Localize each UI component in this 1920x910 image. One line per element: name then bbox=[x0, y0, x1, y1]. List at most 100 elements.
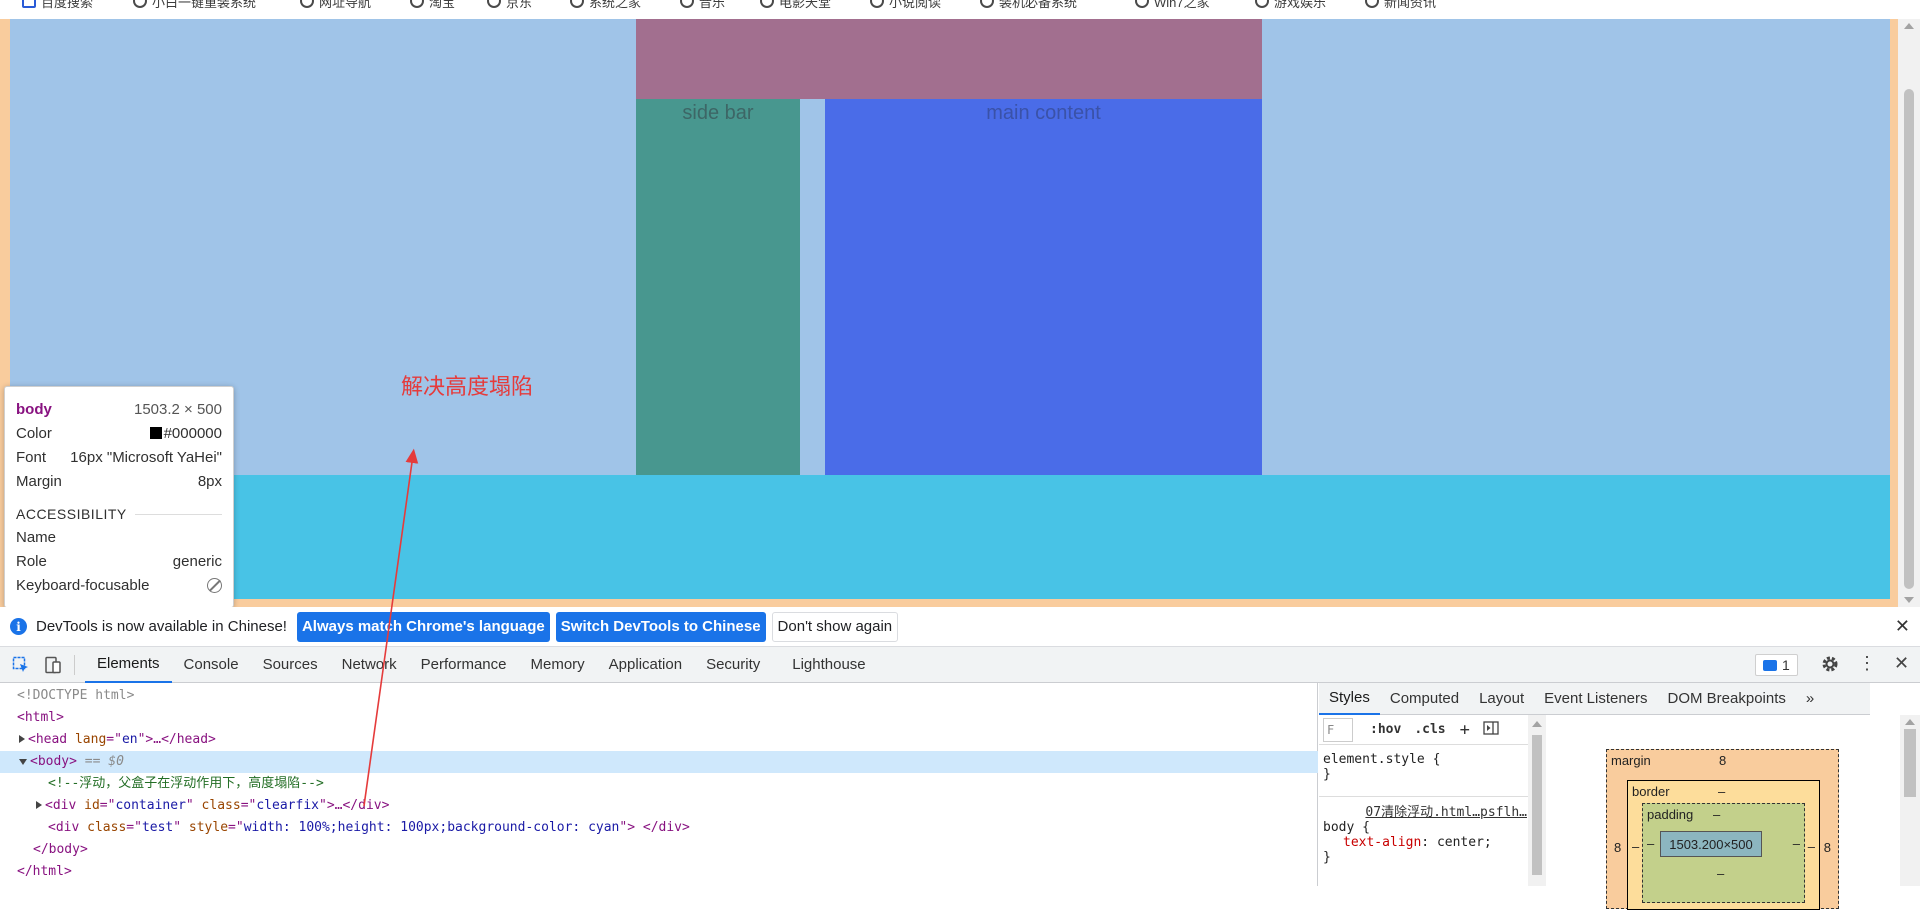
body-selector: body { bbox=[1323, 820, 1370, 835]
tab-console[interactable]: Console bbox=[172, 647, 251, 683]
padding-bottom-value[interactable]: – bbox=[1717, 866, 1724, 881]
bookmark-item[interactable]: 系统之家 bbox=[570, 0, 641, 11]
bookmark-item[interactable]: Win7之家 bbox=[1135, 0, 1210, 11]
tab-network[interactable]: Network bbox=[330, 647, 409, 683]
test-box bbox=[10, 475, 1890, 599]
close-devtools-icon[interactable]: ✕ bbox=[1894, 653, 1909, 674]
bookmark-item[interactable]: 百度搜索 bbox=[22, 0, 93, 11]
body-close-tag: </body> bbox=[33, 842, 88, 857]
margin-top-value[interactable]: 8 bbox=[1719, 753, 1726, 768]
tab-elements[interactable]: Elements bbox=[85, 647, 172, 683]
tab-performance[interactable]: Performance bbox=[409, 647, 519, 683]
dom-line-html-close[interactable]: </html> bbox=[0, 861, 1318, 883]
tab-computed[interactable]: Computed bbox=[1380, 683, 1469, 715]
scrollbar-thumb[interactable] bbox=[1904, 89, 1914, 589]
bookmark-item[interactable]: 小白一键重装系统 bbox=[133, 0, 256, 11]
bookmark-item[interactable]: 网址导航 bbox=[300, 0, 371, 11]
tooltip-role-label: Role bbox=[16, 552, 47, 570]
dom-line-body-close[interactable]: </body> bbox=[0, 839, 1318, 861]
bookmark-item[interactable]: 京东 bbox=[487, 0, 532, 11]
padding-left-value[interactable]: – bbox=[1647, 836, 1654, 851]
box-model-scrollbar[interactable] bbox=[1900, 715, 1920, 886]
styles-filter-row: F :hov .cls + bbox=[1319, 715, 1529, 745]
bookmark-item[interactable]: 淘宝 bbox=[410, 0, 455, 11]
page-viewport: side bar main content bbox=[0, 19, 1898, 607]
dom-line-container[interactable]: <div id="container" class="clearfix">…</… bbox=[0, 795, 1318, 817]
collapse-arrow-icon[interactable] bbox=[19, 759, 27, 765]
property-name[interactable]: text-align bbox=[1343, 835, 1421, 850]
tab-layout[interactable]: Layout bbox=[1469, 683, 1534, 715]
dom-line-html[interactable]: <html> bbox=[0, 707, 1318, 729]
always-match-language-button[interactable]: Always match Chrome's language bbox=[296, 611, 550, 642]
bookmark-item[interactable]: 装机必备系统 bbox=[980, 0, 1077, 11]
issues-counter-button[interactable]: 1 bbox=[1755, 654, 1798, 676]
padding-right-value[interactable]: – bbox=[1793, 836, 1800, 851]
rule-source-link[interactable]: 07清除浮动.html…psflh… bbox=[1323, 801, 1527, 820]
toggle-sidebar-icon[interactable] bbox=[1483, 720, 1499, 739]
bookmark-item[interactable]: 新闻资讯 bbox=[1365, 0, 1436, 11]
bookmark-item[interactable]: 游戏娱乐 bbox=[1255, 0, 1326, 11]
dom-line-head[interactable]: <head lang="en">…</head> bbox=[0, 729, 1318, 751]
add-rule-icon[interactable]: + bbox=[1460, 720, 1470, 740]
margin-left-value[interactable]: 8 bbox=[1614, 840, 1621, 855]
box-model-content[interactable]: 1503.200×500 bbox=[1660, 831, 1762, 857]
box-model-area: margin 8 8 8 border – – – padding – – – … bbox=[1546, 715, 1870, 910]
styles-filter-input[interactable]: F bbox=[1323, 717, 1353, 742]
tab-event-listeners[interactable]: Event Listeners bbox=[1534, 683, 1657, 715]
tab-styles[interactable]: Styles bbox=[1319, 683, 1380, 715]
dom-line-test[interactable]: <div class="test" style="width: 100%;hei… bbox=[0, 817, 1318, 839]
body-rule[interactable]: 07清除浮动.html…psflh… body { text-align: ce… bbox=[1323, 801, 1527, 865]
more-options-icon[interactable]: ⋮ bbox=[1858, 653, 1876, 674]
bookmark-item[interactable]: 电影天堂 bbox=[760, 0, 831, 11]
accessibility-heading: ACCESSIBILITY bbox=[16, 506, 127, 522]
hov-toggle[interactable]: :hov bbox=[1370, 722, 1401, 737]
scroll-down-icon[interactable] bbox=[1904, 597, 1914, 603]
scroll-up-icon[interactable] bbox=[1905, 719, 1915, 725]
gear-icon[interactable] bbox=[1820, 654, 1840, 679]
scrollbar-thumb[interactable] bbox=[1904, 729, 1916, 797]
element-style-rule[interactable]: element.style {} bbox=[1323, 752, 1440, 782]
main-content-box: main content bbox=[825, 99, 1262, 475]
switch-to-chinese-button[interactable]: Switch DevTools to Chinese bbox=[555, 611, 766, 642]
scroll-up-icon[interactable] bbox=[1904, 23, 1914, 29]
box-model-margin: margin 8 8 8 border – – – padding – – – … bbox=[1606, 749, 1839, 910]
tab-dom-breakpoints[interactable]: DOM Breakpoints bbox=[1658, 683, 1796, 715]
more-tabs-icon[interactable]: » bbox=[1796, 683, 1824, 715]
border-value[interactable]: – bbox=[1718, 784, 1725, 799]
globe-icon bbox=[1255, 0, 1269, 8]
tab-security[interactable]: Security bbox=[694, 647, 772, 683]
padding-value[interactable]: – bbox=[1713, 807, 1720, 822]
tab-lighthouse[interactable]: Lighthouse bbox=[780, 647, 877, 683]
page-scrollbar[interactable] bbox=[1898, 19, 1920, 607]
margin-right-value[interactable]: 8 bbox=[1824, 840, 1831, 855]
sidebar-box: side bar bbox=[636, 99, 800, 475]
property-value[interactable]: center; bbox=[1437, 835, 1492, 850]
scroll-up-icon[interactable] bbox=[1532, 721, 1542, 727]
device-toolbar-icon[interactable] bbox=[42, 654, 64, 676]
styles-scrollbar[interactable] bbox=[1528, 715, 1546, 886]
color-swatch bbox=[149, 426, 162, 439]
globe-icon bbox=[680, 0, 694, 8]
tab-application[interactable]: Application bbox=[597, 647, 694, 683]
globe-icon bbox=[22, 0, 36, 8]
bookmark-item[interactable]: 小说阅读 bbox=[870, 0, 941, 11]
border-left-value[interactable]: – bbox=[1632, 839, 1639, 854]
sidebar-text: side bar bbox=[682, 102, 754, 124]
dont-show-again-button[interactable]: Don't show again bbox=[771, 611, 899, 642]
expand-arrow-icon[interactable] bbox=[19, 735, 25, 743]
bookmark-item[interactable]: 音乐 bbox=[680, 0, 725, 11]
dom-line-comment[interactable]: <!--浮动，父盒子在浮动作用下，高度塌陷--> bbox=[0, 773, 1318, 795]
expand-arrow-icon[interactable] bbox=[36, 801, 42, 809]
tab-memory[interactable]: Memory bbox=[519, 647, 597, 683]
cls-toggle[interactable]: .cls bbox=[1414, 722, 1445, 737]
dom-line-doctype[interactable]: <!DOCTYPE html> bbox=[0, 685, 1318, 707]
header-box bbox=[636, 19, 1262, 99]
dom-line-body[interactable]: <body> == $0 bbox=[0, 751, 1318, 773]
inspect-element-icon[interactable] bbox=[10, 654, 32, 676]
scrollbar-thumb[interactable] bbox=[1532, 735, 1542, 875]
tab-sources[interactable]: Sources bbox=[251, 647, 330, 683]
border-right-value[interactable]: – bbox=[1808, 839, 1815, 854]
margin-label: margin bbox=[1611, 753, 1651, 768]
close-icon[interactable]: ✕ bbox=[1895, 616, 1910, 637]
tooltip-tag: body bbox=[16, 400, 52, 418]
